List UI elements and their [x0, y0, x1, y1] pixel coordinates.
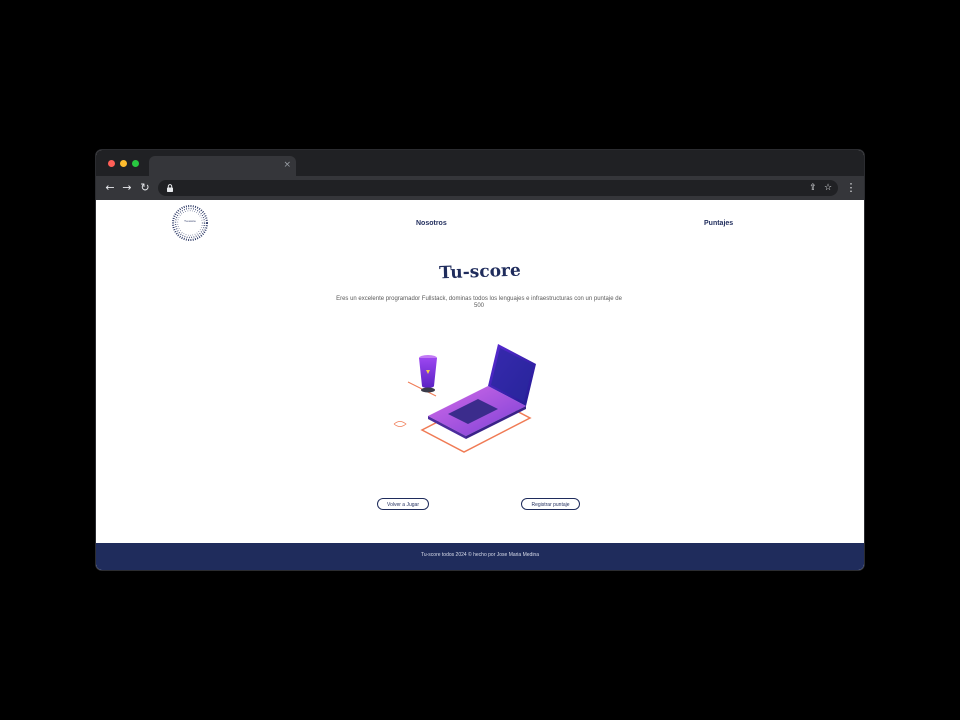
result-description: Eres un excelente programador Fullstack,…	[336, 296, 622, 309]
laptop-coffee-illustration	[393, 344, 536, 453]
page-title: Tu-score	[438, 260, 522, 284]
browser-tab[interactable]: ×	[149, 156, 296, 176]
nav-link-nosotros[interactable]: Nosotros	[416, 220, 447, 227]
register-score-button[interactable]: Registrar puntaje	[521, 498, 580, 510]
tab-close-icon[interactable]: ×	[283, 159, 291, 171]
minimize-window-button[interactable]	[120, 160, 127, 167]
logo-text: Tu-score	[184, 219, 196, 223]
play-again-button[interactable]: Volver a Jugar	[377, 498, 429, 510]
logo-ring-icon	[172, 205, 208, 241]
back-arrow-icon[interactable]: ←	[103, 181, 117, 195]
nav-link-puntajes[interactable]: Puntajes	[704, 220, 733, 227]
page-viewport: Tu-score Nosotros Puntajes Tu-score Eres…	[96, 200, 864, 570]
maximize-window-button[interactable]	[132, 160, 139, 167]
reload-icon[interactable]: ↻	[138, 181, 152, 195]
star-icon[interactable]: ☆	[821, 181, 835, 195]
address-bar[interactable]: ⇪ ☆	[158, 180, 838, 196]
browser-window: × ← → ↻ ⇪ ☆ ⋮ Tu-score Nosotros Puntajes…	[96, 150, 864, 570]
footer: Tu-score todos 2024 © hecho por Jose Mar…	[96, 543, 864, 570]
menu-dots-icon[interactable]: ⋮	[844, 181, 858, 195]
site-logo[interactable]: Tu-score	[170, 203, 210, 243]
forward-arrow-icon[interactable]: →	[120, 181, 134, 195]
browser-toolbar: ← → ↻ ⇪ ☆ ⋮	[96, 176, 864, 200]
close-window-button[interactable]	[108, 160, 115, 167]
lock-icon	[167, 184, 173, 192]
footer-text: Tu-score todos 2024 © hecho por Jose Mar…	[420, 552, 539, 558]
share-icon[interactable]: ⇪	[806, 181, 820, 195]
tab-strip: ×	[96, 150, 864, 176]
